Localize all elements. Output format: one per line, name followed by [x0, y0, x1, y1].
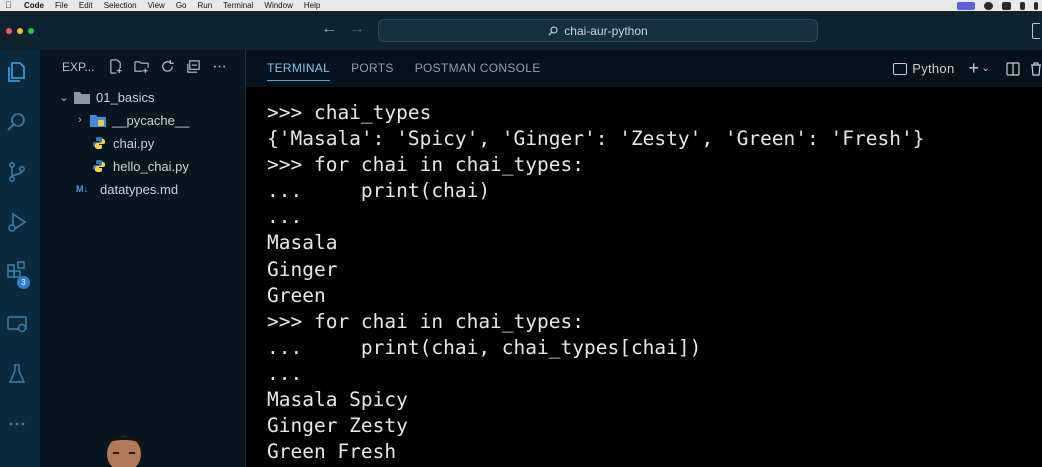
menu-bar-status-icons [957, 0, 1038, 11]
close-window-button[interactable] [6, 28, 12, 34]
terminal-line: {'Masala': 'Spicy', 'Ginger': 'Zesty', '… [267, 127, 925, 151]
terminal-output[interactable]: >>> chai_types {'Masala': 'Spicy', 'Ginge… [267, 100, 924, 465]
zoom-window-button[interactable] [28, 28, 34, 34]
webcam-presenter-image [105, 436, 143, 467]
terminal-line: ... [267, 361, 303, 385]
macos-menu-bar:  Code File Edit Selection View Go Run T… [0, 0, 1042, 11]
menu-terminal[interactable]: Terminal [223, 0, 253, 11]
terminal-icon [893, 62, 908, 75]
menu-run[interactable]: Run [197, 0, 212, 11]
terminal-line: Ginger [267, 257, 338, 281]
status-circle-icon[interactable] [984, 1, 993, 10]
extensions-badge: 3 [17, 276, 30, 289]
refresh-icon[interactable] [160, 59, 175, 74]
remote-explorer-icon[interactable] [5, 312, 29, 336]
terminal-line: Masala Spicy [267, 388, 408, 412]
menu-selection[interactable]: Selection [104, 0, 137, 11]
activity-bar: 3 [0, 50, 40, 467]
terminal-line: ... print(chai) [267, 179, 491, 203]
markdown-file-icon: M↓ [76, 184, 88, 194]
control-center-icon[interactable] [1034, 1, 1038, 10]
toggle-layout-icon[interactable] [1032, 23, 1040, 39]
more-actions-icon[interactable] [212, 59, 227, 74]
folder-icon [74, 90, 90, 104]
status-app-icon[interactable] [1002, 1, 1011, 10]
menu-go[interactable]: Go [176, 0, 187, 11]
search-icon [548, 25, 558, 36]
folder-row-pycache[interactable]: › __pycache__ [75, 110, 189, 130]
more-icon[interactable] [5, 412, 29, 436]
explorer-icon[interactable] [5, 60, 29, 84]
file-label: __pycache__ [112, 112, 190, 128]
menu-app-name[interactable]: Code [24, 0, 44, 11]
chevron-right-icon: › [78, 114, 82, 126]
tab-terminal[interactable]: TERMINAL [267, 50, 331, 87]
tab-ports[interactable]: PORTS [351, 50, 394, 87]
minimize-window-button[interactable] [17, 28, 23, 34]
window-controls [6, 28, 34, 34]
menu-edit[interactable]: Edit [79, 0, 93, 11]
apple-icon[interactable]:  [5, 0, 15, 11]
explorer-title: EXP... [62, 60, 95, 74]
terminal-line: Green Fresh [267, 440, 397, 464]
terminal-line: >>> for chai in chai_types: [267, 153, 584, 177]
screen-share-icon[interactable] [957, 1, 975, 10]
terminal-line: Ginger Zesty [267, 414, 408, 438]
explorer-toolbar [108, 59, 227, 74]
arrow-left-icon[interactable]: ← [321, 20, 337, 38]
split-terminal-icon[interactable] [1006, 61, 1020, 76]
panel-toolbar: Python + ⌄ [893, 50, 1042, 87]
new-folder-icon[interactable] [134, 59, 149, 74]
file-row-hello-chai-py[interactable]: hello_chai.py [91, 156, 189, 176]
file-label: hello_chai.py [113, 158, 189, 174]
terminal-line: >>> chai_types [267, 101, 432, 124]
source-control-icon[interactable] [5, 160, 29, 184]
window-title-bar: ← → chai-aur-python [0, 11, 1042, 50]
terminal-line: Green [267, 283, 326, 307]
file-label: datatypes.md [100, 181, 179, 197]
arrow-right-icon[interactable]: → [349, 20, 365, 38]
menu-help[interactable]: Help [304, 0, 320, 11]
folder-icon [90, 113, 106, 127]
file-row-datatypes-md[interactable]: M↓ datatypes.md [76, 179, 178, 199]
panel-tab-bar: TERMINAL PORTS POSTMAN CONSOLE Python + … [246, 50, 1042, 87]
bluetooth-icon[interactable] [1020, 1, 1025, 10]
testing-icon[interactable] [5, 362, 29, 386]
explorer-sidebar: EXP... ⌄ 01_basics › __pycache__ chai.py… [40, 50, 246, 467]
chevron-down-icon: ⌄ [59, 91, 69, 104]
terminal-line: ... [267, 205, 303, 229]
chevron-down-icon[interactable]: ⌄ [981, 63, 990, 74]
collapse-all-icon[interactable] [186, 59, 201, 74]
menu-window[interactable]: Window [264, 0, 292, 11]
run-and-debug-icon[interactable] [5, 210, 29, 234]
python-file-icon [91, 136, 107, 150]
command-center-search[interactable]: chai-aur-python [378, 19, 818, 42]
folder-row-01-basics[interactable]: ⌄ 01_basics [59, 87, 155, 107]
terminal-line: Masala [267, 231, 338, 255]
file-row-chai-py[interactable]: chai.py [91, 133, 154, 153]
python-file-icon [91, 159, 107, 173]
tab-postman-console[interactable]: POSTMAN CONSOLE [415, 50, 541, 87]
search-icon[interactable] [5, 110, 29, 134]
menu-file[interactable]: File [55, 0, 68, 11]
new-terminal-plus-icon[interactable]: + [969, 58, 980, 79]
terminal-line: ... print(chai, chai_types[chai]) [267, 335, 702, 359]
trash-icon[interactable] [1030, 61, 1042, 76]
file-label: chai.py [113, 135, 155, 151]
workspace-name: chai-aur-python [564, 23, 648, 38]
new-file-icon[interactable] [108, 59, 123, 74]
menu-view[interactable]: View [148, 0, 165, 11]
terminal-line: >>> for chai in chai_types: [267, 309, 584, 333]
terminal-shell-label[interactable]: Python [912, 61, 954, 76]
folder-label: 01_basics [96, 89, 155, 105]
bottom-panel: TERMINAL PORTS POSTMAN CONSOLE Python + … [246, 50, 1042, 467]
